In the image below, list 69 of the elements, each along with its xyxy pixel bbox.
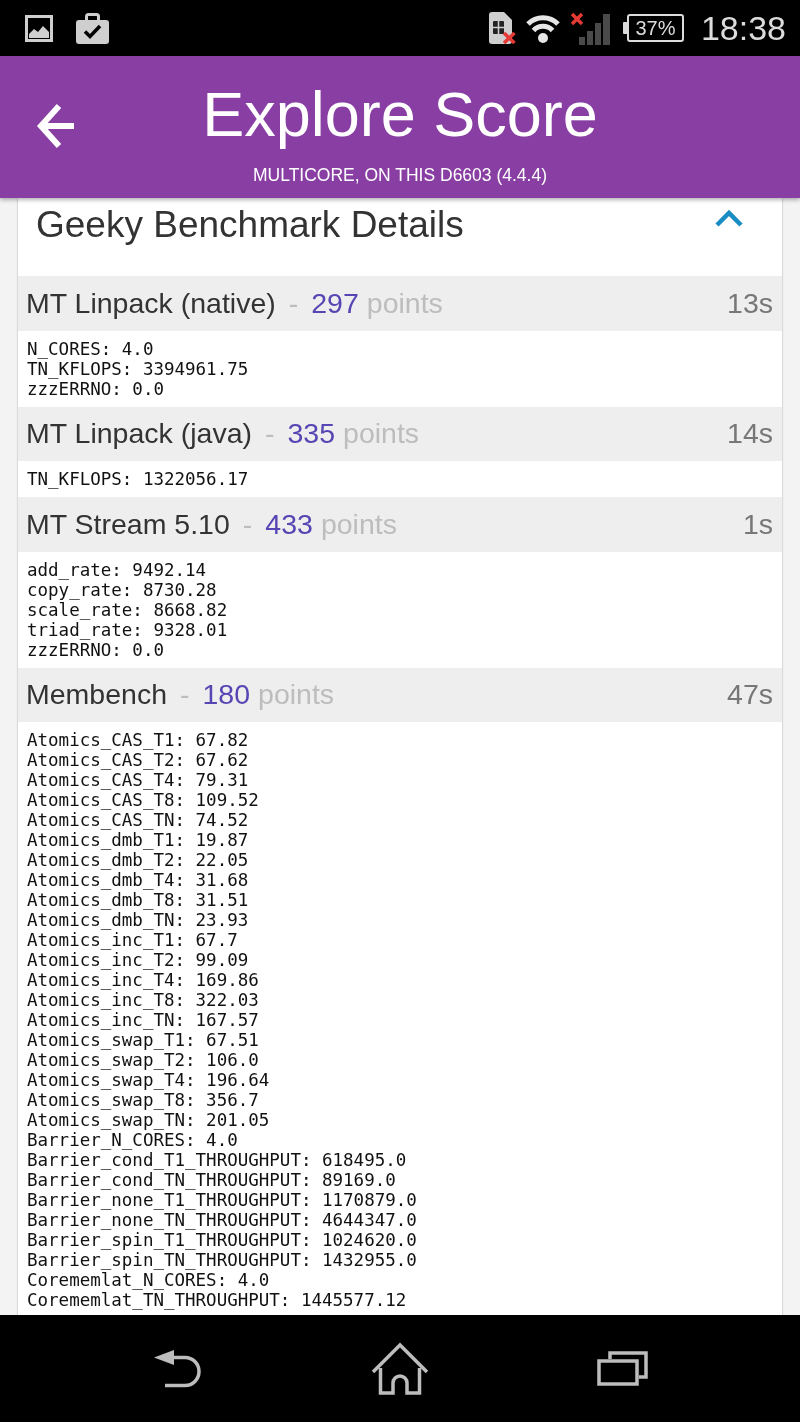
duration-label: 1s (742, 507, 773, 541)
detail-line: Barrier_spin_TN_THROUGHPUT: 1432955.0 (27, 1250, 418, 1270)
detail-line: Atomics_dmb_T1: 19.87 (27, 830, 250, 850)
detail-line: Atomics_inc_T1: 67.7 (27, 930, 239, 950)
detail-line: add_rate: 9492.14 (27, 559, 208, 580)
score-value: 297 (311, 286, 359, 320)
battery-percentage: 37% (635, 17, 676, 39)
detail-line: Atomics_CAS_T1: 67.82 (27, 730, 250, 750)
detail-line: N_CORES: 4.0 (27, 338, 155, 359)
detail-line: zzzERRNO: 0.0 (27, 639, 165, 660)
detail-line: scale_rate: 8668.82 (27, 599, 229, 620)
duration-label: 14s (727, 417, 773, 451)
detail-line: Barrier_none_T1_THROUGHPUT: 1170879.0 (27, 1190, 418, 1210)
detail-line: Atomics_dmb_T4: 31.68 (27, 870, 250, 890)
detail-line: TN_KFLOPS: 3394961.75 (27, 358, 250, 379)
detail-line: Barrier_spin_T1_THROUGHPUT: 1024620.0 (27, 1230, 418, 1250)
score-value: 180 (202, 678, 251, 712)
duration-label: 13s (727, 286, 773, 320)
detail-line: TN_KFLOPS: 1322056.17 (27, 469, 250, 489)
card-title: Geeky Benchmark Details (36, 203, 464, 247)
separator-dash: - (242, 507, 253, 541)
benchmark-name: MT Stream 5.10 (26, 507, 230, 541)
detail-line: Atomics_CAS_TN: 74.52 (27, 810, 250, 830)
detail-line: Atomics_dmb_T2: 22.05 (27, 850, 250, 870)
benchmark-name: Membench (26, 678, 167, 712)
detail-line: Corememlat_TN_THROUGHPUT: 1445577.12 (27, 1290, 408, 1310)
home-icon[interactable] (371, 1342, 429, 1395)
detail-line: Atomics_swap_T1: 67.51 (27, 1030, 260, 1050)
back-arrow-icon[interactable] (36, 101, 76, 151)
detail-line: Barrier_none_TN_THROUGHPUT: 4644347.0 (27, 1210, 418, 1230)
separator-dash: - (264, 417, 275, 451)
image-icon (25, 14, 53, 42)
chevron-up-icon[interactable] (714, 209, 744, 227)
benchmark-name: MT Linpack (native) (26, 286, 276, 320)
detail-line: Atomics_CAS_T8: 109.52 (27, 790, 260, 810)
separator-dash: - (180, 678, 190, 712)
detail-line: Barrier_cond_TN_THROUGHPUT: 89169.0 (27, 1170, 397, 1190)
sim-card-x-icon (488, 12, 516, 44)
score-value: 433 (265, 507, 313, 541)
back-icon[interactable] (154, 1349, 202, 1388)
detail-line: Atomics_CAS_T2: 67.62 (27, 750, 250, 770)
detail-line: Atomics_dmb_TN: 23.93 (27, 910, 250, 930)
duration-label: 47s (727, 678, 773, 712)
detail-line: Atomics_inc_T2: 99.09 (27, 950, 250, 970)
detail-line: Atomics_inc_T8: 322.03 (27, 990, 260, 1010)
detail-line: Atomics_swap_T8: 356.7 (27, 1090, 260, 1110)
detail-line: Barrier_cond_T1_THROUGHPUT: 618495.0 (27, 1150, 408, 1170)
detail-line: Barrier_N_CORES: 4.0 (27, 1130, 239, 1150)
detail-line: triad_rate: 9328.01 (27, 619, 229, 640)
screen-subtitle: MULTICORE, ON THIS D6603 (4.4.4) (253, 164, 547, 187)
wifi-icon (525, 12, 560, 44)
recent-apps-icon[interactable] (596, 1351, 648, 1386)
briefcase-check-icon (76, 12, 109, 44)
detail-line: Atomics_CAS_T4: 79.31 (27, 770, 250, 790)
benchmark-name: MT Linpack (java) (26, 417, 252, 451)
detail-line: Atomics_swap_T4: 196.64 (27, 1070, 271, 1090)
detail-line: Atomics_inc_TN: 167.57 (27, 1010, 260, 1030)
detail-line: Atomics_swap_T2: 106.0 (27, 1050, 260, 1070)
detail-line: Atomics_swap_TN: 201.05 (27, 1110, 271, 1130)
detail-line: Corememlat_N_CORES: 4.0 (27, 1270, 271, 1290)
detail-line: Atomics_inc_T4: 169.86 (27, 970, 260, 990)
detail-line: copy_rate: 8730.28 (27, 579, 218, 600)
separator-dash: - (288, 286, 299, 320)
score-value: 335 (287, 417, 336, 451)
screen-title: Explore Score (202, 79, 598, 149)
signal-bars-icon (569, 11, 611, 45)
detail-line: Atomics_dmb_T8: 31.51 (27, 890, 250, 910)
detail-line: zzzERRNO: 0.0 (27, 378, 165, 399)
status-time: 18:38 (700, 8, 786, 48)
